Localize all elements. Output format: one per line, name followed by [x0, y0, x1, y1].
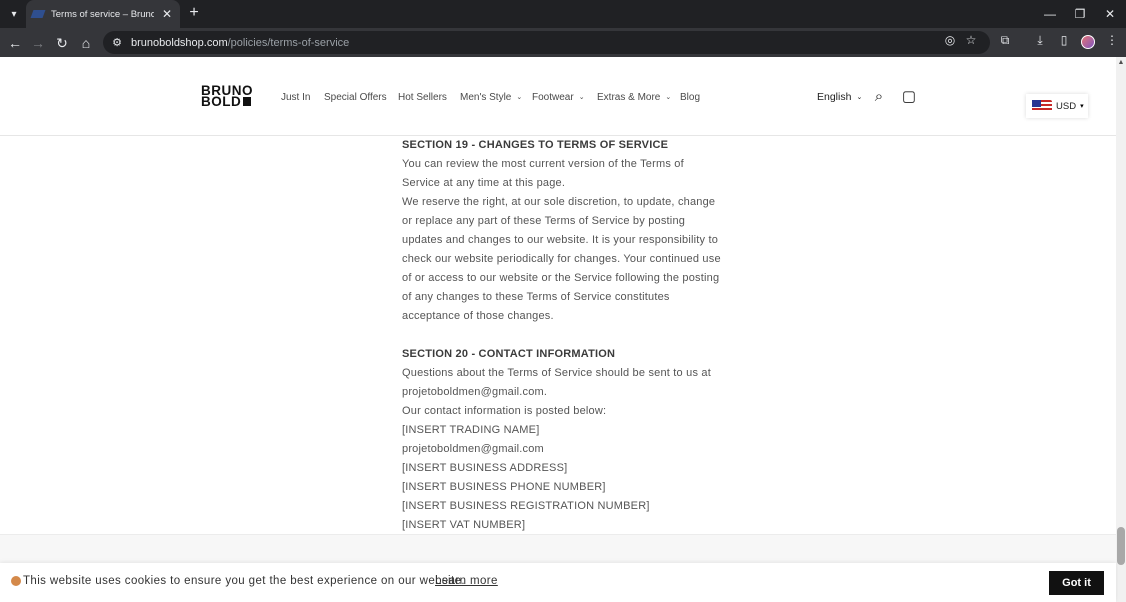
cookie-banner: This website uses cookies to ensure you …: [0, 563, 1116, 602]
nav-just-in[interactable]: Just In: [281, 92, 310, 103]
browser-tab-active[interactable]: Terms of service – Bruno Bold S ✕: [26, 0, 180, 28]
nav-blog[interactable]: Blog: [680, 92, 700, 103]
minimize-window-icon[interactable]: —: [1042, 6, 1058, 22]
contact-line-registration: [INSERT BUSINESS REGISTRATION NUMBER]: [402, 500, 650, 512]
chevron-down-icon: ⌄: [578, 94, 585, 102]
chevron-down-icon: ⌄: [516, 94, 523, 102]
browser-toolbar: ← → ↻ ⌂ ⚙ brunoboldshop.com/policies/ter…: [0, 28, 1126, 57]
address-bar[interactable]: ⚙ brunoboldshop.com/policies/terms-of-se…: [103, 31, 990, 54]
chevron-down-icon: ▾: [1080, 103, 1084, 110]
section-19-paragraph-1: You can review the most current version …: [402, 158, 684, 189]
side-panel-icon[interactable]: ▯: [1056, 32, 1072, 48]
web-page: BRUNO BOLD Just In Special Offers Hot Se…: [0, 57, 1116, 602]
scroll-up-arrow-icon[interactable]: ▲: [1117, 59, 1125, 67]
site-info-tune-icon[interactable]: ⚙: [109, 36, 125, 49]
nav-special-offers[interactable]: Special Offers: [324, 92, 387, 103]
nav-hot-sellers[interactable]: Hot Sellers: [398, 92, 447, 103]
chevron-down-icon: ⌄: [856, 94, 863, 102]
home-icon[interactable]: ⌂: [77, 34, 95, 52]
scrollbar-thumb[interactable]: [1117, 527, 1125, 565]
eye-off-icon[interactable]: ◎: [942, 32, 958, 48]
extensions-puzzle-icon[interactable]: ⧉: [997, 32, 1013, 48]
restore-window-icon[interactable]: ❐: [1072, 6, 1088, 22]
url-host: brunoboldshop.com: [131, 36, 228, 49]
nav-footwear[interactable]: Footwear ⌄: [532, 92, 585, 103]
currency-label: USD: [1056, 100, 1077, 112]
browser-tab-bar: ▾ Terms of service – Bruno Bold S ✕ + — …: [0, 0, 1126, 28]
policy-content: SECTION 19 - CHANGES TO TERMS OF SERVICE…: [402, 136, 722, 535]
contact-line-address: [INSERT BUSINESS ADDRESS]: [402, 462, 568, 474]
got-it-button[interactable]: Got it: [1049, 571, 1104, 595]
cookie-message: This website uses cookies to ensure you …: [23, 575, 466, 587]
section-19-heading: SECTION 19 - CHANGES TO TERMS OF SERVICE: [402, 139, 669, 151]
downloads-icon[interactable]: ⤓: [1032, 32, 1048, 48]
tab-close-icon[interactable]: ✕: [160, 7, 174, 21]
language-selector[interactable]: English ⌄: [817, 91, 862, 103]
section-20-paragraph-2: Our contact information is posted below:: [402, 405, 607, 417]
logo-line-2: BOLD: [201, 94, 242, 109]
forward-arrow-icon[interactable]: →: [29, 34, 47, 52]
reload-icon[interactable]: ↻: [53, 34, 71, 52]
contact-line-trading-name: [INSERT TRADING NAME]: [402, 424, 540, 436]
nav-extras-more[interactable]: Extras & More ⌄: [597, 92, 671, 103]
section-20-heading: SECTION 20 - CONTACT INFORMATION: [402, 348, 616, 360]
profile-avatar[interactable]: [1081, 35, 1095, 49]
kebab-menu-icon[interactable]: ⋮: [1104, 32, 1120, 48]
cart-bag-icon[interactable]: ▢: [900, 88, 918, 106]
back-arrow-icon[interactable]: ←: [6, 34, 24, 52]
site-logo[interactable]: BRUNO BOLD: [201, 84, 253, 109]
contact-line-phone: [INSERT BUSINESS PHONE NUMBER]: [402, 481, 606, 493]
search-icon[interactable]: ⌕: [870, 88, 888, 106]
logo-mark-icon: [243, 97, 251, 106]
contact-line-email: projetoboldmen@gmail.com: [402, 443, 544, 455]
nav-mens-style[interactable]: Men's Style ⌄: [460, 92, 522, 103]
learn-more-link[interactable]: Learn more: [435, 575, 498, 587]
tab-list-chevron-down-icon[interactable]: ▾: [4, 4, 24, 24]
chevron-down-icon: ⌄: [665, 94, 672, 102]
footer-section: [0, 534, 1116, 564]
currency-selector[interactable]: USD ▾: [1026, 94, 1088, 118]
tab-favicon-icon: [30, 10, 46, 18]
bookmark-star-icon[interactable]: ☆: [963, 32, 979, 48]
page-scrollbar[interactable]: [1116, 57, 1126, 602]
section-19-paragraph-2: We reserve the right, at our sole discre…: [402, 196, 721, 322]
contact-line-vat: [INSERT VAT NUMBER]: [402, 519, 526, 531]
new-tab-plus-icon[interactable]: +: [186, 5, 202, 21]
section-20-paragraph-1: Questions about the Terms of Service sho…: [402, 367, 711, 398]
tab-title: Terms of service – Bruno Bold S: [51, 8, 154, 20]
url-path: /policies/terms-of-service: [227, 36, 350, 49]
site-header: BRUNO BOLD Just In Special Offers Hot Se…: [0, 57, 1116, 136]
close-window-icon[interactable]: ✕: [1102, 6, 1118, 22]
cookie-icon: [11, 576, 21, 586]
us-flag-icon: [1032, 100, 1052, 112]
